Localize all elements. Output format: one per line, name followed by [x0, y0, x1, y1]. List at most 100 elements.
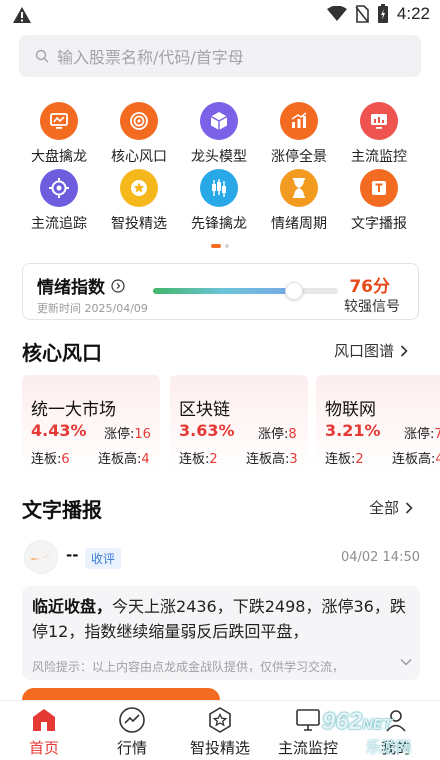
- nav-market[interactable]: 行情: [88, 705, 176, 758]
- broadcast-section-title: 文字播报: [22, 498, 102, 522]
- avatar[interactable]: [24, 540, 58, 574]
- sentiment-update-time: 更新时间 2025/04/09: [37, 302, 148, 315]
- topic-consecutive-high: 连板高:4: [392, 452, 440, 467]
- broadcast-content: 临近收盘，今天上涨2436，下跌2498，涨停36，跌停12，指数继续缩量弱反后…: [32, 594, 412, 644]
- bar-chart-icon: [280, 102, 318, 140]
- feature-label: 先锋擒龙: [191, 216, 247, 232]
- search-icon: [35, 49, 49, 63]
- nav-zhitou[interactable]: 智投精选: [176, 705, 264, 758]
- topic-change: 3.63%: [179, 421, 235, 440]
- monitor-chart-icon: [40, 102, 78, 140]
- topic-consecutive: 连板:2: [325, 452, 364, 467]
- topic-name: 统一大市场: [31, 400, 116, 420]
- sentiment-gauge-knob: [284, 282, 303, 300]
- feature-label: 涨停全景: [271, 149, 327, 165]
- topic-limit-up: 涨停:7: [404, 427, 440, 442]
- topic-limit-up: 涨停:16: [104, 427, 151, 442]
- chevron-down-icon[interactable]: [400, 658, 412, 666]
- wifi-icon: [326, 6, 347, 21]
- topic-consecutive: 连板:2: [179, 452, 218, 467]
- sentiment-title-row: 情绪指数: [37, 273, 125, 298]
- hot-topic-card[interactable]: 区块链 3.63% 涨停:8 连板:2 连板高:3: [170, 375, 308, 473]
- crosshair-icon: [40, 169, 78, 207]
- clock: 4:22: [396, 4, 430, 23]
- feature-zhuliu-jiankong[interactable]: 主流监控: [339, 102, 419, 166]
- broadcast-all-label: 全部: [369, 499, 400, 517]
- watermark-text: 乐游网: [366, 738, 412, 756]
- feature-label: 主流监控: [351, 149, 407, 165]
- feature-label: 智投精选: [111, 216, 167, 232]
- sentiment-title: 情绪指数: [37, 278, 105, 298]
- cube-icon: [200, 102, 238, 140]
- star-icon: [120, 169, 158, 207]
- broadcast-card[interactable]: 临近收盘，今天上涨2436，下跌2498，涨停36，跌停12，指数继续缩量弱反后…: [22, 586, 420, 680]
- page-indicator: [0, 244, 440, 248]
- topic-name: 物联网: [325, 400, 376, 420]
- topic-consecutive: 连板:6: [31, 452, 70, 467]
- home-icon: [33, 709, 55, 731]
- search-input[interactable]: 输入股票名称/代码/首字母: [19, 35, 421, 77]
- broadcast-all-link[interactable]: 全部: [369, 497, 413, 518]
- star-badge-icon: [209, 707, 231, 733]
- topic-change: 4.43%: [31, 421, 87, 440]
- status-bar: 4:22: [0, 0, 440, 30]
- hot-topic-card[interactable]: 物联网 3.21% 涨停:7 连板:2 连板高:4: [316, 375, 440, 473]
- topic-consecutive-high: 连板高:3: [246, 452, 298, 467]
- page-dot-active: [211, 244, 221, 248]
- warning-icon: [13, 7, 31, 23]
- hot-topic-card[interactable]: 统一大市场 4.43% 涨停:16 连板:6 连板高:4: [22, 375, 160, 473]
- feature-label: 大盘擒龙: [31, 149, 87, 165]
- watermark-number: 962NET: [322, 708, 393, 735]
- feature-zhitou-jingxuan[interactable]: 智投精选: [99, 169, 179, 233]
- trend-icon: [119, 707, 145, 733]
- feature-label: 龙头模型: [191, 149, 247, 165]
- feature-xianfeng-qinlong[interactable]: 先锋擒龙: [179, 169, 259, 233]
- no-sim-icon: [355, 5, 369, 23]
- broadcast-headline: 临近收盘，: [32, 597, 113, 616]
- battery-icon: [377, 4, 388, 23]
- chevron-right-circle-icon: [111, 278, 125, 293]
- topic-consecutive-high: 连板高:4: [98, 452, 150, 467]
- monitor-chart-icon: [360, 102, 398, 140]
- target-icon: [120, 102, 158, 140]
- nav-label: 智投精选: [189, 739, 250, 757]
- feature-dapan-qinlong[interactable]: 大盘擒龙: [19, 102, 99, 166]
- chevron-right-icon: [400, 344, 408, 357]
- hot-map-link-label: 风口图谱: [334, 342, 395, 360]
- sentiment-card[interactable]: 情绪指数 更新时间 2025/04/09 76分 较强信号: [22, 263, 419, 320]
- feature-label: 核心风口: [111, 149, 167, 165]
- topic-change: 3.21%: [325, 421, 381, 440]
- candlestick-icon: [200, 169, 238, 207]
- feature-qingxu-zhouqi[interactable]: 情绪周期: [259, 169, 339, 233]
- topic-limit-up: 涨停:8: [258, 427, 297, 442]
- hourglass-icon: [280, 169, 318, 207]
- hot-section-title: 核心风口: [22, 341, 102, 365]
- broadcast-tag: 收评: [85, 548, 122, 569]
- logo-swoosh-icon: [30, 553, 52, 560]
- broadcast-author: --: [66, 546, 79, 564]
- nav-home[interactable]: 首页: [0, 705, 88, 758]
- feature-label: 主流追踪: [31, 216, 87, 232]
- nav-label: 行情: [116, 739, 147, 757]
- feature-label: 文字播报: [351, 216, 407, 232]
- topic-name: 区块链: [179, 400, 230, 420]
- watermark-logo: 962NET 乐游网: [300, 706, 438, 758]
- page-dot: [225, 244, 229, 248]
- sentiment-score: 76分: [349, 277, 390, 297]
- sentiment-signal: 较强信号: [344, 299, 400, 315]
- sentiment-gauge: [153, 282, 338, 300]
- hot-topic-list: 统一大市场 4.43% 涨停:16 连板:6 连板高:4 区块链 3.63% 涨…: [22, 375, 440, 473]
- feature-zhangting-quanjing[interactable]: 涨停全景: [259, 102, 339, 166]
- search-placeholder: 输入股票名称/代码/首字母: [57, 48, 244, 67]
- feature-hexin-fengkou[interactable]: 核心风口: [99, 102, 179, 166]
- broadcast-time: 04/02 14:50: [340, 550, 420, 565]
- chevron-right-icon: [405, 501, 413, 514]
- hot-map-link[interactable]: 风口图谱: [334, 340, 408, 361]
- feature-label: 情绪周期: [271, 216, 327, 232]
- feature-zhuliu-zhuizong[interactable]: 主流追踪: [19, 169, 99, 233]
- feature-longtou-moxing[interactable]: 龙头模型: [179, 102, 259, 166]
- sentiment-gauge-fill: [153, 288, 294, 294]
- risk-notice: 风险提示：以上内容由点龙成金战队提供，仅供学习交流，: [32, 660, 345, 674]
- nav-label: 首页: [28, 739, 59, 757]
- feature-wenzi-bobao[interactable]: 文字播报: [339, 169, 419, 233]
